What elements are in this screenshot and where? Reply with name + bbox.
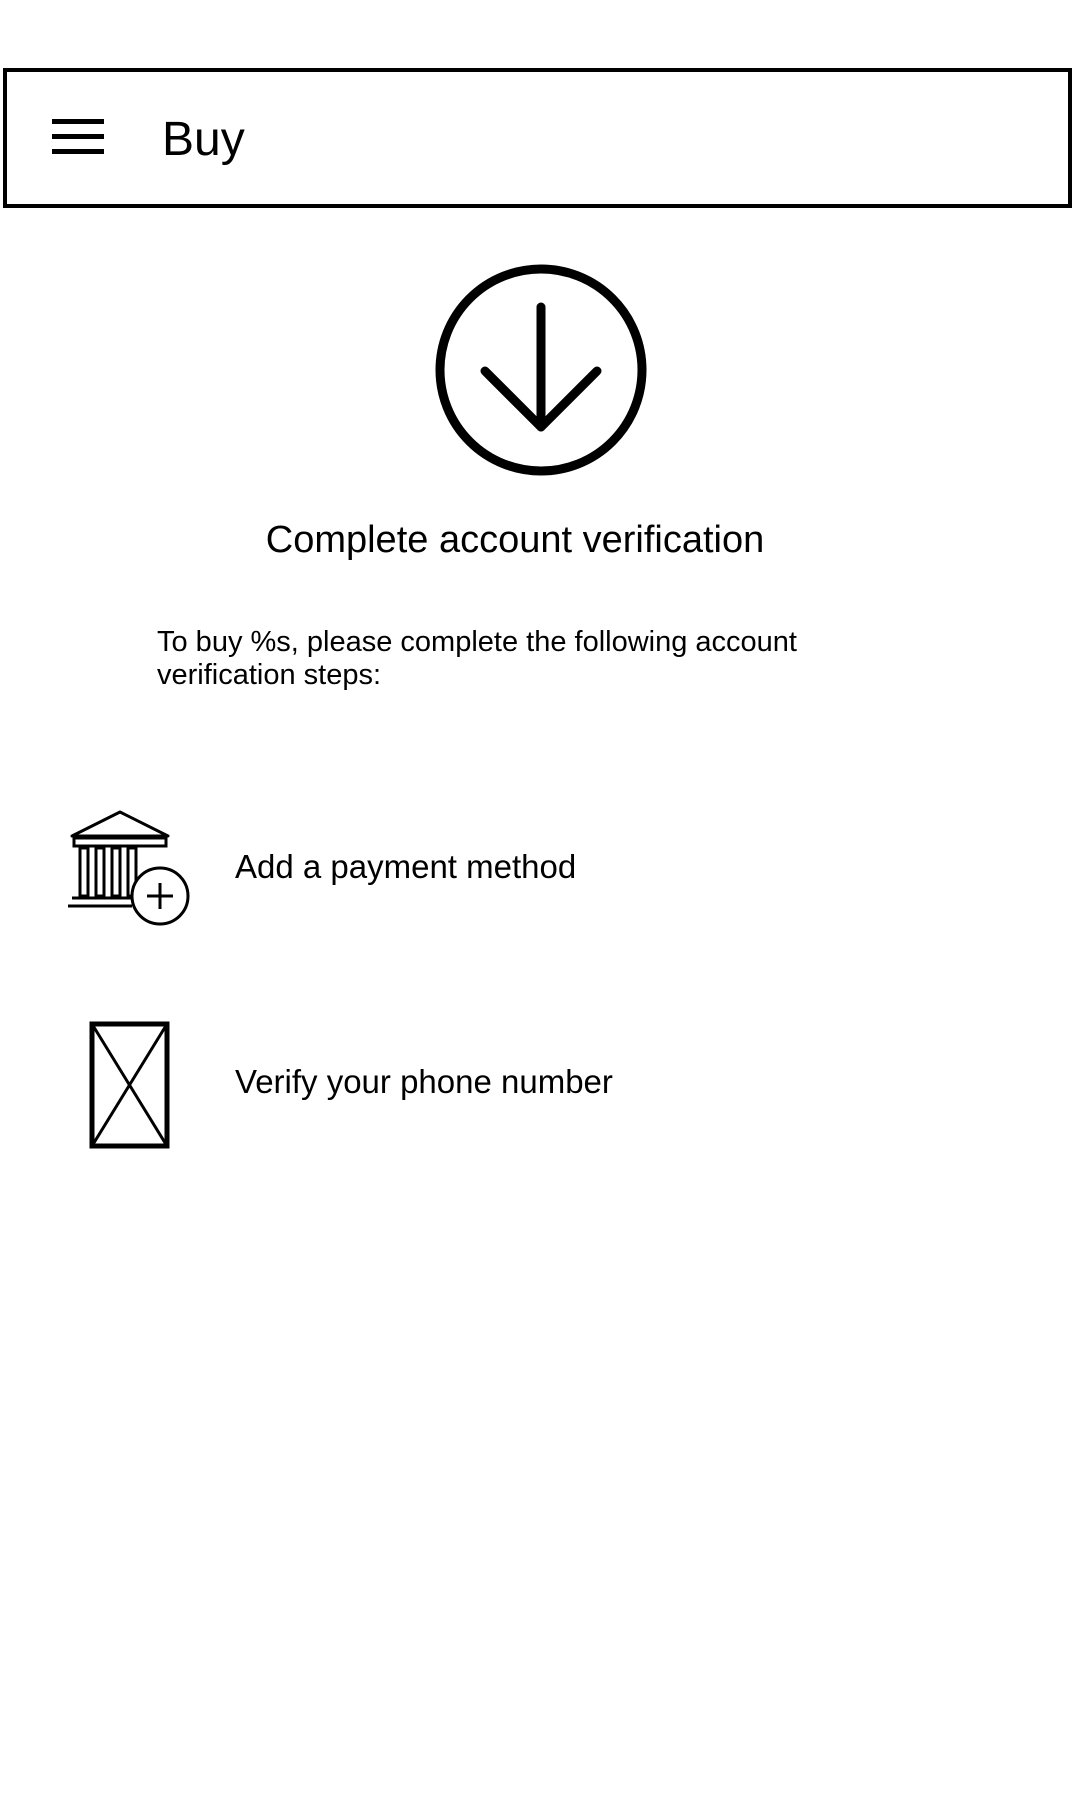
verification-description: To buy %s, please complete the following… (157, 626, 797, 691)
hamburger-menu-icon[interactable] (52, 117, 104, 157)
step-label-payment: Add a payment method (235, 848, 577, 885)
arrow-down-circle-icon (435, 264, 647, 476)
image-placeholder-icon (89, 1021, 170, 1149)
app-bar: Buy (3, 68, 1072, 208)
bank-add-icon (68, 810, 190, 926)
step-verify-phone[interactable]: Verify your phone number (60, 1013, 960, 1153)
step-icon (60, 1013, 200, 1153)
menu-button[interactable] (43, 102, 113, 172)
page-title: Buy (162, 113, 245, 166)
verification-heading: Complete account verification (265, 519, 765, 561)
screen: Buy Complete account verification To buy… (0, 0, 1080, 1800)
step-label-phone: Verify your phone number (235, 1063, 613, 1100)
step-icon (60, 800, 200, 940)
hero-icon-wrapper (433, 262, 649, 478)
step-add-payment-method[interactable]: Add a payment method (60, 800, 960, 940)
